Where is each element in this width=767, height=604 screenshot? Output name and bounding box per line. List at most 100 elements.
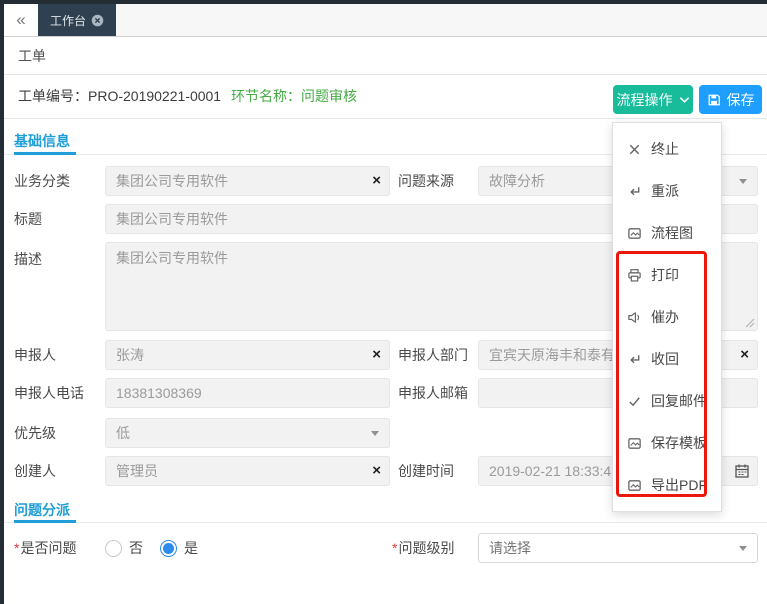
order-header-text: 工单编号：PRO-20190221-0001 环节名称：问题审核: [18, 75, 357, 118]
description-value: 集团公司专用软件: [116, 250, 228, 266]
reporter-email-label: 申报人邮箱: [398, 378, 468, 408]
double-chevron-left-icon: «: [16, 10, 25, 29]
speaker-icon: [627, 310, 642, 325]
check-icon: [627, 394, 642, 409]
radio-yes-label: 是: [184, 538, 198, 558]
menu-item-label: 流程图: [651, 223, 693, 243]
priority-value: 低: [116, 425, 130, 441]
is-problem-radio-group: 否 是: [105, 533, 198, 563]
process-actions-label: 流程操作: [617, 90, 673, 110]
collapse-tabs-button[interactable]: «: [4, 4, 38, 36]
priority-label: 优先级: [14, 418, 56, 448]
save-icon: [707, 93, 721, 107]
reporter-label: 申报人: [14, 340, 56, 370]
creator-input[interactable]: 管理员 ×: [105, 456, 390, 486]
menu-item-label: 打印: [651, 265, 679, 285]
section-divider: [4, 522, 767, 523]
step-name-label: 环节名称：: [231, 88, 301, 104]
breadcrumb: 工单: [18, 37, 46, 75]
menu-item-urge[interactable]: 催办: [613, 296, 721, 338]
collapsed-sidebar-edge: [0, 0, 4, 604]
business-category-value: 集团公司专用软件: [116, 173, 228, 189]
creator-value: 管理员: [116, 463, 158, 479]
title-label: 标题: [14, 204, 42, 234]
process-actions-menu: 终止 重派 流程图 打印 催办 收回 回复邮件 保存模板: [612, 122, 722, 512]
problem-level-select[interactable]: 请选择: [478, 533, 758, 563]
menu-item-print[interactable]: 打印: [613, 254, 721, 296]
menu-item-label: 保存模板: [651, 433, 707, 453]
tab-label: 工作台: [50, 12, 86, 29]
is-problem-label: *是否问题: [14, 533, 76, 563]
tab-bar: « 工作台: [4, 4, 767, 37]
step-name-value: 问题审核: [301, 88, 357, 104]
menu-item-label: 回复邮件: [651, 391, 707, 411]
menu-item-reply-email[interactable]: 回复邮件: [613, 380, 721, 422]
section-title-basic-info: 基础信息: [14, 131, 70, 151]
reporter-phone-input[interactable]: 18381308369: [105, 378, 390, 408]
menu-item-export-pdf[interactable]: 导出PDF: [613, 464, 721, 506]
reporter-phone-value: 18381308369: [116, 385, 202, 401]
menu-item-label: 导出PDF: [651, 475, 707, 495]
section-underline-basic: [14, 152, 76, 155]
title-value: 集团公司专用软件: [116, 211, 228, 227]
problem-level-value: 请选择: [489, 540, 531, 556]
reporter-dept-label: 申报人部门: [398, 340, 468, 370]
image-icon: [627, 436, 642, 451]
clear-icon[interactable]: ×: [740, 341, 749, 369]
menu-item-label: 收回: [651, 349, 679, 369]
select-caret-icon: [739, 179, 747, 188]
reporter-value: 张涛: [116, 347, 144, 363]
calendar-icon[interactable]: [734, 463, 750, 479]
return-icon: [627, 184, 642, 199]
breadcrumb-row: 工单: [4, 37, 767, 75]
select-caret-icon: [739, 546, 747, 555]
save-label: 保存: [727, 90, 755, 110]
menu-item-label: 终止: [651, 139, 679, 159]
reporter-phone-label: 申报人电话: [14, 378, 84, 408]
menu-item-retract[interactable]: 收回: [613, 338, 721, 380]
save-button[interactable]: 保存: [699, 85, 762, 114]
return-icon: [627, 352, 642, 367]
order-number-value: PRO-20190221-0001: [88, 88, 221, 104]
tab-close-icon[interactable]: [91, 14, 104, 27]
tab-workbench[interactable]: 工作台: [38, 4, 116, 36]
required-asterisk: *: [392, 540, 397, 556]
problem-source-value: 故障分析: [489, 173, 545, 189]
menu-item-terminate[interactable]: 终止: [613, 128, 721, 170]
workorder-page: « 工作台 工单 工单编号：PRO-20190221-0001 环节名称：问题审…: [0, 0, 767, 604]
menu-item-flowchart[interactable]: 流程图: [613, 212, 721, 254]
radio-yes[interactable]: [160, 540, 177, 557]
problem-level-label: *问题级别: [392, 533, 454, 563]
clear-icon[interactable]: ×: [372, 341, 381, 369]
resize-grip-icon[interactable]: [745, 318, 755, 328]
image-icon: [627, 478, 642, 493]
creator-label: 创建人: [14, 456, 56, 486]
process-actions-button[interactable]: 流程操作: [613, 85, 693, 114]
image-icon: [627, 226, 642, 241]
order-header-row: 工单编号：PRO-20190221-0001 环节名称：问题审核 流程操作 保存: [4, 75, 767, 119]
radio-no-label: 否: [129, 538, 143, 558]
priority-select[interactable]: 低: [105, 418, 390, 448]
clear-icon[interactable]: ×: [372, 167, 381, 195]
required-asterisk: *: [14, 540, 19, 556]
menu-item-reassign[interactable]: 重派: [613, 170, 721, 212]
x-icon: [627, 142, 642, 157]
menu-item-label: 催办: [651, 307, 679, 327]
order-number-label: 工单编号：: [18, 88, 88, 104]
description-label: 描述: [14, 244, 42, 274]
reporter-input[interactable]: 张涛 ×: [105, 340, 390, 370]
section-title-dispatch: 问题分派: [14, 500, 70, 520]
window-top-edge: [0, 0, 767, 4]
section-underline-dispatch: [14, 520, 76, 523]
create-time-value: 2019-02-21 18:33:42: [489, 463, 619, 479]
menu-item-save-template[interactable]: 保存模板: [613, 422, 721, 464]
select-caret-icon: [371, 431, 379, 440]
business-category-label: 业务分类: [14, 166, 70, 196]
business-category-input[interactable]: 集团公司专用软件 ×: [105, 166, 390, 196]
problem-source-label: 问题来源: [398, 166, 454, 196]
chevron-down-icon: [679, 96, 690, 104]
menu-item-label: 重派: [651, 181, 679, 201]
radio-no[interactable]: [105, 540, 122, 557]
printer-icon: [627, 268, 642, 283]
clear-icon[interactable]: ×: [372, 457, 381, 485]
